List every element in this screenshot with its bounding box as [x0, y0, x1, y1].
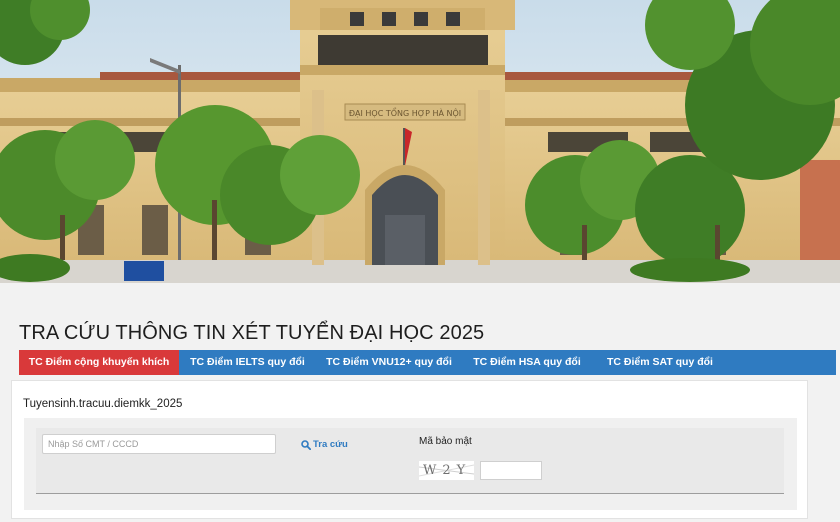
lookup-button[interactable]: Tra cứu [301, 439, 348, 450]
hero-photo: ĐẠI HỌC TỔNG HỢP HÀ NỘI [0, 0, 840, 283]
tab-diem-sat[interactable]: TC Điểm SAT quy đổi [592, 350, 728, 375]
captcha-text: W2Y [423, 463, 472, 478]
tab-diem-hsa[interactable]: TC Điểm HSA quy đổi [462, 350, 592, 375]
lookup-card: Tuyensinh.tracuu.diemkk_2025 Tra cứu Mã … [11, 380, 808, 519]
id-number-input[interactable] [42, 434, 276, 454]
captcha-image: W2Y [419, 461, 474, 480]
tab-diem-vnu12[interactable]: TC Điểm VNU12+ quy đổi [316, 350, 462, 375]
search-icon [301, 439, 312, 450]
page-title: TRA CỨU THÔNG TIN XÉT TUYỂN ĐẠI HỌC 2025 [19, 322, 485, 344]
captcha-input[interactable] [480, 461, 542, 480]
captcha-label: Mã bảo mật [419, 436, 472, 447]
form-panel: Tra cứu Mã bảo mật W2Y [24, 418, 797, 510]
content-area: TRA CỨU THÔNG TIN XÉT TUYỂN ĐẠI HỌC 2025… [0, 283, 840, 522]
lookup-label: Tra cứu [313, 439, 348, 450]
lookup-form: Tra cứu Mã bảo mật W2Y [36, 428, 784, 494]
tab-diem-cong-khuyen-khich[interactable]: TC Điểm cộng khuyến khích [19, 350, 179, 375]
tab-bar: TC Điểm cộng khuyến khích TC Điểm IELTS … [19, 350, 728, 375]
tab-bar-fill [728, 350, 836, 375]
university-building-image: ĐẠI HỌC TỔNG HỢP HÀ NỘI [0, 0, 840, 283]
dataset-name: Tuyensinh.tracuu.diemkk_2025 [23, 398, 183, 410]
tab-diem-ielts[interactable]: TC Điểm IELTS quy đổi [179, 350, 316, 375]
